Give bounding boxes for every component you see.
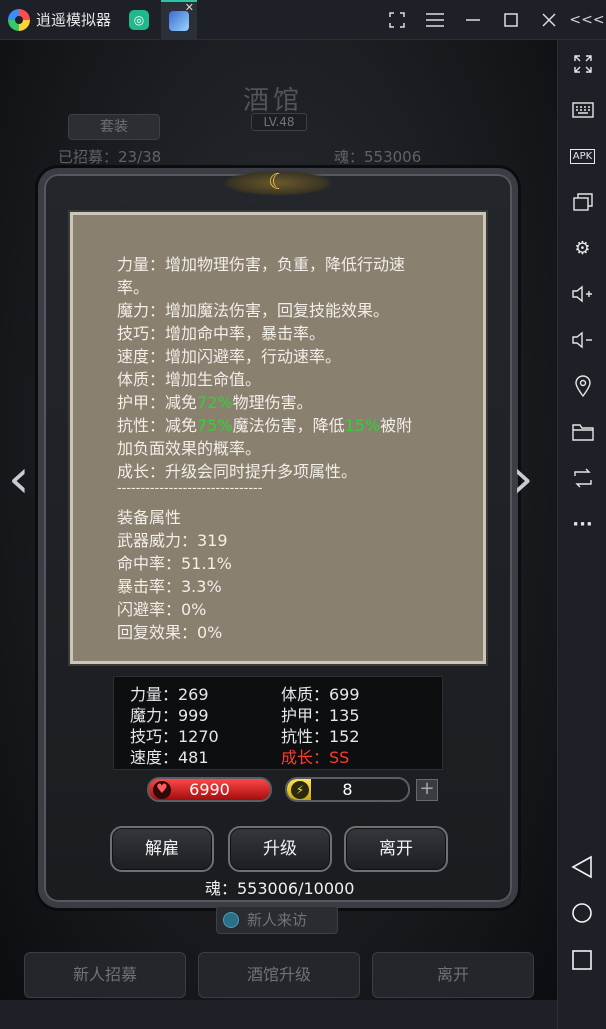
- prev-hero-arrow-icon[interactable]: ‹: [8, 452, 30, 506]
- equip-stat: 命中率：51.1%: [117, 554, 232, 573]
- menu-icon[interactable]: [416, 0, 454, 40]
- close-icon[interactable]: [530, 0, 568, 40]
- armor-value: 72%: [197, 393, 233, 412]
- tooltip-line: 体质：增加生命值。: [117, 370, 262, 389]
- recruit-count: 已招募：23/38: [58, 148, 162, 166]
- emulator-logo-icon: [8, 8, 30, 31]
- equip-stat: 闪避率：0%: [117, 600, 207, 619]
- crescent-moon-icon: ☾: [268, 170, 288, 195]
- location-icon[interactable]: [558, 372, 606, 400]
- armor-suffix: 物理伤害。: [232, 393, 313, 412]
- hp-bar: ♥ 6990: [147, 777, 272, 802]
- tavern-upgrade-button[interactable]: 酒馆升级: [198, 952, 360, 998]
- resist-suffix: 被附: [380, 416, 413, 435]
- taskbar-strip: [0, 1000, 557, 1029]
- add-energy-button[interactable]: +: [416, 779, 438, 801]
- dismiss-button[interactable]: 解雇: [110, 826, 214, 872]
- tooltip-line: 技巧：增加命中率，暴击率。: [117, 324, 326, 343]
- tab-close-icon[interactable]: ✕: [185, 1, 194, 14]
- emulator-sidebar: APK ⚙ ···: [557, 40, 606, 1029]
- expand-icon[interactable]: [558, 50, 606, 78]
- tooltip-line: 率。: [117, 278, 150, 297]
- apk-install-icon[interactable]: APK: [558, 142, 606, 170]
- energy-bar: ⚡ 8: [285, 777, 410, 802]
- resist-mid: 魔法伤害，降低: [232, 416, 345, 435]
- resist-value-1: 75%: [197, 416, 233, 435]
- equip-stat: 暴击率：3.3%: [117, 577, 222, 596]
- folder-icon[interactable]: [558, 418, 606, 446]
- resist-value-2: 15%: [344, 416, 381, 435]
- equip-stat: 武器威力：319: [117, 531, 228, 550]
- collapse-sidebar-icon[interactable]: <<<: [568, 0, 606, 40]
- armor-prefix: 护甲：减免: [117, 393, 198, 412]
- android-back-icon[interactable]: [557, 855, 606, 879]
- maximize-icon[interactable]: [492, 0, 530, 40]
- resist-prefix: 抗性：减免: [117, 416, 198, 435]
- tavern-title: 酒馆: [243, 86, 304, 116]
- volume-down-icon[interactable]: [558, 326, 606, 354]
- visitor-label: 新人来访: [247, 911, 308, 929]
- stat-growth: 成长：SS: [281, 748, 350, 767]
- attribute-tooltip: 力量：增加物理伤害，负重，降低行动速 率。 魔力：增加魔法伤害，回复技能效果。 …: [70, 212, 486, 664]
- hp-value: 6990: [189, 780, 230, 799]
- soul-counter: 魂：553006/10000: [205, 879, 355, 898]
- minimize-icon[interactable]: [454, 0, 492, 40]
- fullscreen-icon[interactable]: [378, 0, 416, 40]
- tooltip-line: 力量：增加物理伤害，负重，降低行动速: [117, 255, 406, 274]
- tooltip-line: 加负面效果的概率。: [117, 439, 262, 458]
- home-tab-icon[interactable]: ◎: [129, 9, 150, 30]
- multi-window-icon[interactable]: [558, 188, 606, 216]
- game-screen: 酒馆 LV.48 套装 已招募：23/38 魂：553006 ☾ ‹ › 力量：…: [0, 40, 557, 1029]
- background-soul: 魂：553006: [334, 148, 422, 166]
- tooltip-resist-line: 抗性：减免75%魔法伤害，降低15%被附: [117, 412, 412, 436]
- android-home-icon[interactable]: [557, 902, 606, 924]
- bottom-leave-button[interactable]: 离开: [372, 952, 534, 998]
- set-tab[interactable]: 套装: [68, 114, 160, 140]
- next-hero-arrow-icon[interactable]: ›: [512, 452, 534, 506]
- game-app-icon: [169, 10, 190, 31]
- game-tab[interactable]: ✕: [161, 0, 198, 40]
- keyboard-icon[interactable]: [558, 96, 606, 124]
- emulator-titlebar: 逍遥模拟器 ◎ ✕ <<<: [0, 0, 606, 40]
- hero-stats-panel: 力量：269 魔力：999 技巧：1270 速度：481 体质：699 护甲：1…: [113, 676, 443, 770]
- android-recents-icon[interactable]: [557, 950, 606, 970]
- stat-speed: 速度：481: [130, 748, 209, 767]
- equip-stat: 回复效果：0%: [117, 623, 223, 642]
- more-icon[interactable]: ···: [558, 510, 606, 538]
- tooltip-line: 魔力：增加魔法伤害，回复技能效果。: [117, 301, 390, 320]
- upgrade-button[interactable]: 升级: [228, 826, 332, 872]
- tooltip-line: 速度：增加闪避率，行动速率。: [117, 347, 342, 366]
- tooltip-divider: -------------------------------: [117, 481, 263, 496]
- energy-value: 8: [342, 780, 353, 799]
- settings-icon[interactable]: ⚙: [558, 234, 606, 262]
- visitor-icon: [223, 912, 239, 928]
- sync-icon[interactable]: [558, 464, 606, 492]
- tavern-level: LV.48: [251, 113, 307, 131]
- emulator-title: 逍遥模拟器: [36, 11, 112, 29]
- volume-up-icon[interactable]: [558, 280, 606, 308]
- new-visitor-button[interactable]: 新人来访: [216, 906, 338, 934]
- recruit-button[interactable]: 新人招募: [24, 952, 186, 998]
- tooltip-growth-line: 成长：升级会同时提升多项属性。: [117, 462, 358, 481]
- leave-button[interactable]: 离开: [344, 826, 448, 872]
- apk-label: APK: [569, 148, 596, 164]
- equip-title: 装备属性: [117, 508, 182, 527]
- tooltip-armor-line: 护甲：减免72%物理伤害。: [117, 389, 313, 413]
